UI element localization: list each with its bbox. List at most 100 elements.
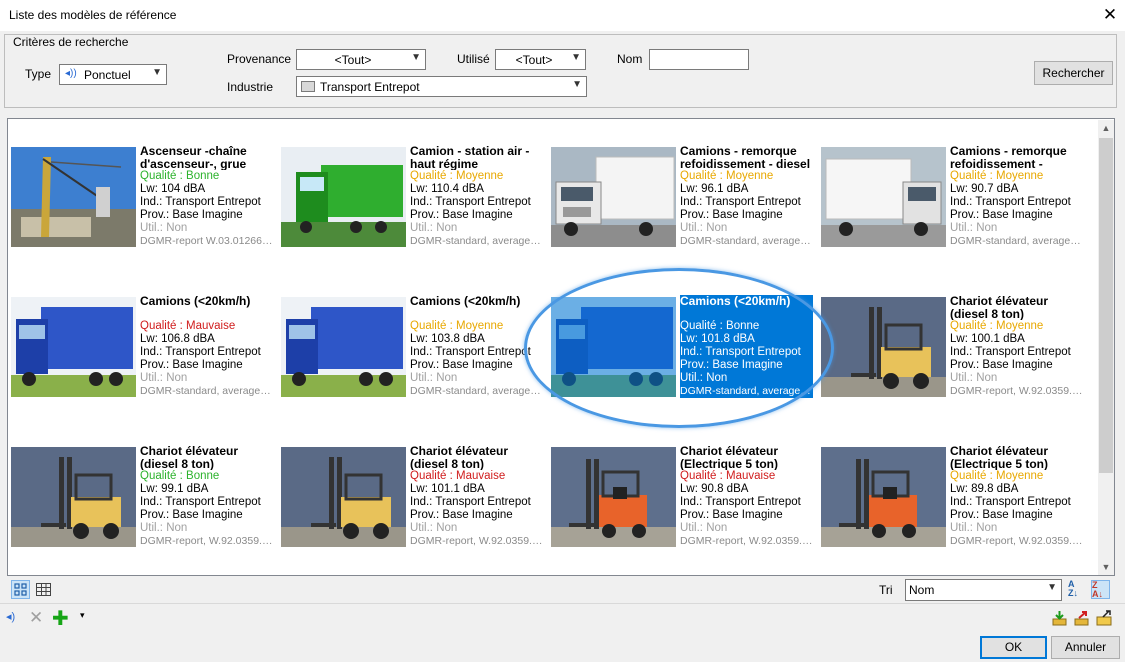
model-thumbnail	[281, 147, 406, 247]
add-icon[interactable]: ✚	[52, 606, 71, 630]
dropdown-arrow-icon[interactable]: ▾	[80, 610, 92, 629]
source-value: DGMR-report, W.92.0359.C d...	[950, 535, 1083, 547]
provenance-select[interactable]: <Tout> ▼	[296, 49, 426, 70]
table-view-icon[interactable]	[34, 580, 53, 599]
nom-input[interactable]	[649, 49, 749, 70]
sort-descending-icon[interactable]: Z A↓	[1091, 580, 1110, 599]
source-value: DGMR-standard, average of d...	[140, 385, 273, 397]
industry-value: Ind.: Transport Entrepot	[950, 496, 1071, 508]
model-card[interactable]: Camion - station air - haut régime Qualit…	[281, 145, 544, 248]
quality-label: Qualité : Mauvaise	[680, 470, 776, 482]
quality-label: Qualité : Moyenne	[950, 320, 1044, 332]
model-title: Chariot élévateur (Electrique 5 ton)	[950, 445, 1049, 470]
model-card[interactable]: Chariot élévateur (Electrique 5 ton) Qual…	[821, 445, 1084, 547]
used-value: Util.: Non	[140, 522, 188, 534]
model-card[interactable]: Chariot élévateur (Electrique 5 ton) Qual…	[551, 445, 814, 547]
used-value: Util.: Non	[950, 222, 998, 234]
used-value: Util.: Non	[680, 372, 728, 384]
import-icon[interactable]	[1051, 610, 1070, 629]
source-value: DGMR-report, W.92.0359.C d...	[950, 385, 1083, 397]
delete-icon[interactable]: ✕	[29, 608, 48, 627]
model-card[interactable]: Camions - remorque refoidissement - élec…	[821, 145, 1084, 247]
model-card[interactable]: Camions - remorque refoidissement - dies…	[551, 145, 814, 247]
model-card[interactable]: Camions (<20km/h) Qualité : Bonne Lw: 101.…	[551, 295, 814, 398]
model-thumbnail	[551, 297, 676, 397]
model-thumbnail	[551, 447, 676, 547]
cancel-button[interactable]: Annuler	[1051, 636, 1120, 659]
truck-icon	[301, 81, 315, 92]
used-value: Util.: Non	[410, 222, 458, 234]
model-card[interactable]: Chariot élévateur (diesel 8 ton) Qualité …	[821, 295, 1084, 397]
used-value: Util.: Non	[410, 372, 458, 384]
quality-label: Qualité : Bonne	[140, 170, 220, 182]
lw-value: Lw: 90.8 dBA	[680, 483, 749, 495]
model-card[interactable]: Camions (<20km/h) Qualité : Moyenne Lw: 10…	[281, 295, 544, 397]
sort-ascending-icon[interactable]: A Z↓	[1068, 580, 1087, 599]
export-folder-icon[interactable]	[1096, 610, 1115, 629]
model-info: Camion - station air - haut régime Qualit…	[410, 145, 543, 248]
source-value: DGMR-report W.03.01266.B, ...	[140, 235, 273, 247]
model-card[interactable]: Ascenseur -chaîne d'ascenseur-, grue co.…	[11, 145, 274, 248]
lw-value: Lw: 103.8 dBA	[410, 333, 485, 345]
quality-label: Qualité : Bonne	[680, 320, 760, 332]
industry-value: Ind.: Transport Entrepot	[680, 496, 801, 508]
source-value: DGMR-report, W.92.0359.C d...	[410, 535, 543, 547]
model-card[interactable]: Chariot élévateur (diesel 8 ton) Qualité …	[281, 445, 544, 547]
quality-label: Qualité : Moyenne	[410, 170, 504, 182]
quality-label: Qualité : Mauvaise	[410, 470, 506, 482]
vertical-scrollbar[interactable]: ▲ ▼	[1098, 120, 1114, 575]
source-value: DGMR-report, W.92.0359.C d...	[680, 535, 813, 547]
source-value: DGMR-standard, average of d...	[950, 235, 1083, 247]
scroll-down-icon[interactable]: ▼	[1098, 559, 1114, 575]
model-title: Camions - remorque refoidissement - dies…	[680, 145, 811, 170]
type-value: Ponctuel	[84, 68, 131, 82]
industry-value: Ind.: Transport Entrepot	[410, 196, 531, 208]
thumbnail-view-icon[interactable]	[11, 580, 30, 599]
industry-value: Ind.: Transport Entrepot	[950, 346, 1071, 358]
industry-value: Ind.: Transport Entrepot	[950, 196, 1071, 208]
model-info: Ascenseur -chaîne d'ascenseur-, grue co.…	[140, 145, 273, 248]
used-value: Util.: Non	[140, 372, 188, 384]
model-card[interactable]: Chariot élévateur (diesel 8 ton) Qualité …	[11, 445, 274, 548]
provenance-value: Prov.: Base Imagine	[680, 359, 783, 371]
provenance-value: Prov.: Base Imagine	[140, 359, 243, 371]
provenance-value: Prov.: Base Imagine	[410, 209, 513, 221]
type-select[interactable]: ◂)) Ponctuel ▼	[59, 64, 167, 85]
source-value: DGMR-standard, average of d...	[410, 235, 543, 247]
close-icon[interactable]: ✕	[1100, 5, 1120, 25]
model-thumbnail	[281, 447, 406, 547]
export-icon[interactable]	[1073, 610, 1092, 629]
model-thumbnail	[551, 147, 676, 247]
model-info: Camions (<20km/h) Qualité : Mauvaise Lw: 1…	[140, 295, 273, 398]
scroll-thumb[interactable]	[1099, 138, 1113, 473]
industry-value: Ind.: Transport Entrepot	[410, 496, 531, 508]
industry-value: Ind.: Transport Entrepot	[410, 346, 531, 358]
quality-label: Qualité : Moyenne	[950, 170, 1044, 182]
title-bar: Liste des modèles de référence ✕	[0, 0, 1125, 31]
lw-value: Lw: 90.7 dBA	[950, 183, 1019, 195]
speaker-icon[interactable]: ◂)	[6, 610, 25, 629]
ok-button[interactable]: OK	[980, 636, 1047, 659]
model-info: Chariot élévateur (diesel 8 ton) Qualité …	[140, 445, 273, 548]
utilise-select[interactable]: <Tout> ▼	[495, 49, 586, 70]
provenance-label: Provenance	[227, 52, 292, 66]
provenance-value: Prov.: Base Imagine	[410, 359, 513, 371]
scroll-up-icon[interactable]: ▲	[1098, 120, 1114, 136]
industrie-select[interactable]: Transport Entrepot ▼	[296, 76, 587, 97]
sort-select[interactable]: Nom ▼	[905, 579, 1062, 601]
quality-label: Qualité : Bonne	[140, 470, 220, 482]
model-title: Camions (<20km/h)	[140, 295, 251, 308]
industry-value: Ind.: Transport Entrepot	[680, 346, 801, 358]
model-card[interactable]: Camions (<20km/h) Qualité : Mauvaise Lw: 1…	[11, 295, 274, 398]
lw-value: Lw: 100.1 dBA	[950, 333, 1025, 345]
model-list[interactable]: Ascenseur -chaîne d'ascenseur-, grue co.…	[7, 118, 1115, 576]
lw-value: Lw: 89.8 dBA	[950, 483, 1019, 495]
provenance-value: Prov.: Base Imagine	[140, 209, 243, 221]
lw-value: Lw: 106.8 dBA	[140, 333, 215, 345]
search-button[interactable]: Rechercher	[1034, 61, 1113, 85]
lw-value: Lw: 104 dBA	[140, 183, 206, 195]
provenance-value: <Tout>	[334, 53, 372, 67]
sort-value: Nom	[909, 583, 935, 597]
model-title: Chariot élévateur (Electrique 5 ton)	[680, 445, 779, 470]
used-value: Util.: Non	[680, 522, 728, 534]
